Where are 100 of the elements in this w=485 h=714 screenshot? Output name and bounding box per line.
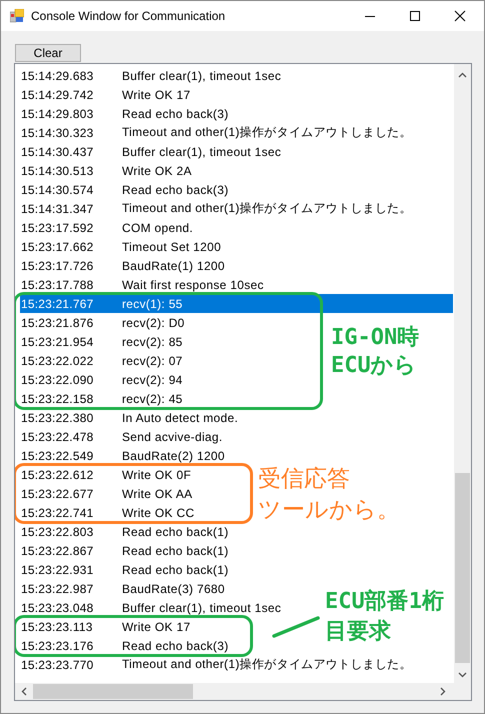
timestamp: 15:23:17.726 [20, 258, 94, 272]
log-message: Write OK 17 [122, 620, 190, 634]
timestamp: 15:23:22.380 [20, 410, 94, 424]
timestamp: 15:23:17.662 [20, 240, 94, 254]
close-icon[interactable] [454, 10, 466, 22]
log-message: BaudRate(3) 7680 [122, 582, 225, 596]
timestamp: 15:23:23.048 [20, 600, 94, 614]
timestamp: 15:23:22.022 [20, 354, 94, 368]
log-row[interactable]: 15:23:22.741 Write OK CC [20, 503, 220, 522]
log-message: COM opend. [122, 220, 194, 234]
annotation-text: 受信応答 [258, 465, 351, 494]
timestamp: 15:23:21.954 [20, 334, 94, 348]
log-message: Wait first response 10sec [122, 278, 264, 292]
scroll-thumb[interactable] [33, 684, 193, 699]
maximize-icon[interactable] [409, 10, 421, 22]
timestamp: 15:23:21.876 [20, 316, 94, 330]
scroll-right-icon[interactable] [440, 687, 446, 696]
log-message: Write OK 17 [122, 88, 190, 102]
log-row[interactable]: 15:23:23.113 Write OK 17 [20, 617, 220, 636]
timestamp: 15:14:30.437 [20, 144, 94, 158]
timestamp: 15:23:23.113 [20, 620, 94, 634]
log-message: Write OK CC [122, 506, 194, 520]
scroll-thumb[interactable] [455, 473, 470, 663]
log-row[interactable]: 15:14:30.574 Read echo back(3) [20, 180, 228, 199]
log-message: recv(2): D0 [122, 316, 185, 330]
log-message: Timeout and other(1)操作がタイムアウトしました。 [122, 200, 412, 217]
log-row[interactable]: 15:23:22.867 Read echo back(1) [20, 541, 228, 560]
timestamp: 15:23:22.478 [20, 430, 94, 444]
annotation-text: 目要求 [325, 618, 392, 646]
log-row[interactable]: 15:23:17.788 Wait first response 10sec [20, 275, 264, 294]
timestamp: 15:23:22.158 [20, 392, 94, 406]
log-message: Timeout Set 1200 [122, 240, 222, 254]
log-row[interactable]: 15:23:22.090 recv(2): 94 [20, 370, 220, 389]
horizontal-scrollbar[interactable] [15, 683, 471, 700]
timestamp: 15:23:22.677 [20, 486, 94, 500]
log-message: Send acvive-diag. [122, 430, 222, 444]
timestamp: 15:14:30.323 [20, 126, 94, 140]
annotation-text: ECU部番1桁 [325, 588, 444, 616]
timestamp: 15:23:22.987 [20, 582, 94, 596]
timestamp: 15:23:22.803 [20, 524, 94, 538]
log-row[interactable]: 15:23:22.478 Send acvive-diag. [20, 427, 222, 446]
scroll-down-icon[interactable] [458, 672, 467, 678]
log-row[interactable]: 15:14:30.437 Buffer clear(1), timeout 1sec [20, 142, 282, 161]
log-message: BaudRate(1) 1200 [122, 258, 225, 272]
log-row[interactable]: 15:23:22.677 Write OK AA [20, 484, 220, 503]
timestamp: 15:23:21.767 [20, 296, 94, 310]
timestamp: 15:23:22.549 [20, 448, 94, 462]
log-row[interactable]: 15:14:30.323 Timeout and other(1)操作がタイムアウトしました。 [20, 123, 412, 142]
timestamp: 15:23:23.770 [20, 658, 94, 672]
log-message: recv(2): 45 [122, 392, 183, 406]
log-row[interactable]: 15:23:22.380 In Auto detect mode. [20, 408, 238, 427]
app-icon [10, 9, 24, 23]
log-row[interactable]: 15:23:23.176 Read echo back(3) [20, 636, 228, 655]
log-message: Timeout and other(1)操作がタイムアウトしました。 [122, 656, 412, 673]
log-message: recv(2): 85 [122, 334, 183, 348]
log-row[interactable]: 15:14:29.803 Read echo back(3) [20, 104, 228, 123]
scroll-left-icon[interactable] [21, 687, 27, 696]
timestamp: 15:14:30.513 [20, 164, 94, 178]
log-row[interactable]: 15:23:22.803 Read echo back(1) [20, 522, 228, 541]
window-title: Console Window for Communication [31, 9, 226, 23]
log-row[interactable]: 15:14:29.742 Write OK 17 [20, 85, 220, 104]
timestamp: 15:14:31.347 [20, 202, 94, 216]
timestamp: 15:14:30.574 [20, 182, 94, 196]
log-row[interactable]: 15:23:23.048 Buffer clear(1), timeout 1sec [20, 598, 282, 617]
log-message: Write OK 0F [122, 468, 192, 482]
log-row[interactable]: 15:23:21.876 recv(2): D0 [20, 313, 220, 332]
timestamp: 15:23:22.931 [20, 562, 94, 576]
log-message: Buffer clear(1), timeout 1sec [122, 68, 282, 82]
log-message: Read echo back(1) [122, 524, 228, 538]
log-row[interactable]: 15:23:17.726 BaudRate(1) 1200 [20, 256, 225, 275]
log-message: Read echo back(3) [122, 638, 228, 652]
scroll-up-icon[interactable] [458, 72, 467, 78]
log-row[interactable]: 15:23:22.549 BaudRate(2) 1200 [20, 446, 225, 465]
log-message: Buffer clear(1), timeout 1sec [122, 600, 282, 614]
log-row[interactable]: 15:23:21.767 recv(1): 55 [20, 294, 453, 313]
log-row[interactable]: 15:14:30.513 Write OK 2A [20, 161, 220, 180]
annotation-text: ツールから。 [258, 496, 400, 525]
timestamp: 15:23:17.788 [20, 278, 94, 292]
log-message: Buffer clear(1), timeout 1sec [122, 144, 282, 158]
log-row[interactable]: 15:23:17.592 COM opend. [20, 218, 220, 237]
timestamp: 15:23:22.741 [20, 506, 94, 520]
vertical-scrollbar[interactable] [454, 64, 471, 683]
log-row[interactable]: 15:23:22.022 recv(2): 07 [20, 351, 220, 370]
log-row[interactable]: 15:23:21.954 recv(2): 85 [20, 332, 220, 351]
log-row[interactable]: 15:23:23.770 Timeout and other(1)操作がタイムアウトしました。 [20, 655, 412, 674]
log-message: Read echo back(3) [122, 182, 228, 196]
clear-button[interactable]: Clear [15, 44, 81, 62]
log-message: In Auto detect mode. [122, 410, 238, 424]
log-row[interactable]: 15:14:31.347 Timeout and other(1)操作がタイムアウトしました。 [20, 199, 412, 218]
log-row[interactable]: 15:23:22.987 BaudRate(3) 7680 [20, 579, 225, 598]
log-row[interactable]: 15:14:29.683 Buffer clear(1), timeout 1sec [20, 66, 282, 85]
log-row[interactable]: 15:23:22.612 Write OK 0F [20, 465, 220, 484]
timestamp: 15:23:22.612 [20, 468, 94, 482]
log-list[interactable] [14, 63, 472, 701]
log-row[interactable]: 15:23:22.931 Read echo back(1) [20, 560, 228, 579]
log-message: Read echo back(1) [122, 544, 228, 558]
leader-line [272, 615, 320, 639]
log-row[interactable]: 15:23:22.158 recv(2): 45 [20, 389, 220, 408]
log-row[interactable]: 15:23:17.662 Timeout Set 1200 [20, 237, 222, 256]
timestamp: 15:23:17.592 [20, 220, 94, 234]
